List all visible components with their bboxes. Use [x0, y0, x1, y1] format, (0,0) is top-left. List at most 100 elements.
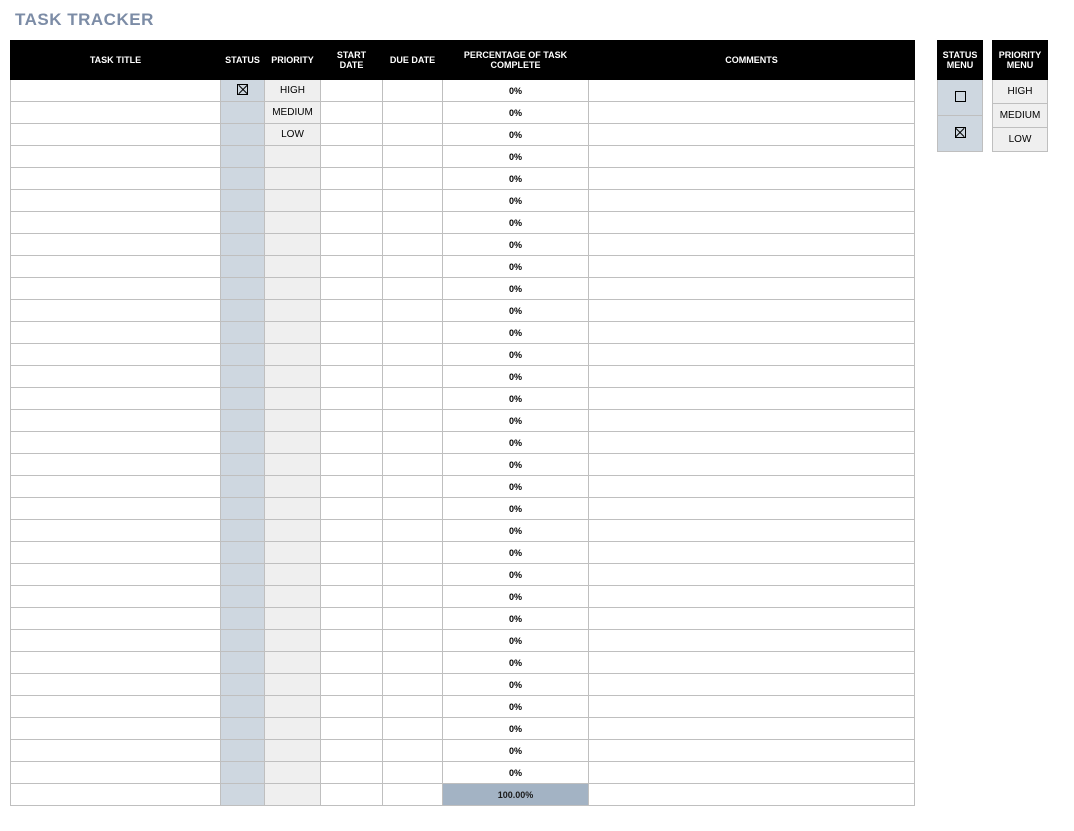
due-date-cell[interactable]	[383, 740, 443, 762]
status-cell[interactable]	[221, 212, 265, 234]
pct-complete-cell[interactable]: 0%	[443, 586, 589, 608]
status-cell[interactable]	[221, 388, 265, 410]
priority-cell[interactable]	[265, 498, 321, 520]
priority-menu-item[interactable]: LOW	[993, 128, 1048, 152]
comments-cell[interactable]	[589, 190, 915, 212]
priority-cell[interactable]	[265, 762, 321, 784]
priority-cell[interactable]: MEDIUM	[265, 102, 321, 124]
task-title-cell[interactable]	[11, 322, 221, 344]
due-date-cell[interactable]	[383, 542, 443, 564]
start-date-cell[interactable]	[321, 190, 383, 212]
comments-cell[interactable]	[589, 102, 915, 124]
pct-complete-cell[interactable]: 0%	[443, 454, 589, 476]
comments-cell[interactable]	[589, 278, 915, 300]
task-title-cell[interactable]	[11, 190, 221, 212]
task-title-cell[interactable]	[11, 410, 221, 432]
status-cell[interactable]	[221, 630, 265, 652]
pct-complete-cell[interactable]: 0%	[443, 344, 589, 366]
due-date-cell[interactable]	[383, 564, 443, 586]
priority-menu-item[interactable]: MEDIUM	[993, 104, 1048, 128]
comments-cell[interactable]	[589, 718, 915, 740]
comments-cell[interactable]	[589, 388, 915, 410]
comments-cell[interactable]	[589, 608, 915, 630]
comments-cell[interactable]	[589, 476, 915, 498]
comments-cell[interactable]	[589, 454, 915, 476]
priority-cell[interactable]	[265, 278, 321, 300]
priority-cell[interactable]	[265, 410, 321, 432]
start-date-cell[interactable]	[321, 476, 383, 498]
start-date-cell[interactable]	[321, 718, 383, 740]
start-date-cell[interactable]	[321, 300, 383, 322]
status-cell[interactable]	[221, 652, 265, 674]
comments-cell[interactable]	[589, 212, 915, 234]
priority-cell[interactable]	[265, 718, 321, 740]
start-date-cell[interactable]	[321, 344, 383, 366]
priority-cell[interactable]	[265, 674, 321, 696]
priority-cell[interactable]: HIGH	[265, 80, 321, 102]
comments-cell[interactable]	[589, 80, 915, 102]
status-cell[interactable]	[221, 278, 265, 300]
pct-complete-cell[interactable]: 0%	[443, 212, 589, 234]
pct-complete-cell[interactable]: 0%	[443, 740, 589, 762]
pct-complete-cell[interactable]: 0%	[443, 652, 589, 674]
status-cell[interactable]	[221, 190, 265, 212]
comments-cell[interactable]	[589, 630, 915, 652]
start-date-cell[interactable]	[321, 454, 383, 476]
comments-cell[interactable]	[589, 564, 915, 586]
due-date-cell[interactable]	[383, 344, 443, 366]
pct-complete-cell[interactable]: 0%	[443, 322, 589, 344]
task-title-cell[interactable]	[11, 674, 221, 696]
status-cell[interactable]	[221, 674, 265, 696]
start-date-cell[interactable]	[321, 168, 383, 190]
priority-cell[interactable]	[265, 190, 321, 212]
pct-complete-cell[interactable]: 0%	[443, 388, 589, 410]
pct-complete-cell[interactable]: 0%	[443, 718, 589, 740]
due-date-cell[interactable]	[383, 278, 443, 300]
start-date-cell[interactable]	[321, 652, 383, 674]
start-date-cell[interactable]	[321, 410, 383, 432]
pct-complete-cell[interactable]: 0%	[443, 80, 589, 102]
task-title-cell[interactable]	[11, 630, 221, 652]
comments-cell[interactable]	[589, 762, 915, 784]
comments-cell[interactable]	[589, 674, 915, 696]
pct-complete-cell[interactable]: 0%	[443, 168, 589, 190]
pct-complete-cell[interactable]: 0%	[443, 542, 589, 564]
task-title-cell[interactable]	[11, 696, 221, 718]
task-title-cell[interactable]	[11, 234, 221, 256]
due-date-cell[interactable]	[383, 432, 443, 454]
pct-complete-cell[interactable]: 0%	[443, 410, 589, 432]
status-cell[interactable]	[221, 520, 265, 542]
due-date-cell[interactable]	[383, 168, 443, 190]
start-date-cell[interactable]	[321, 278, 383, 300]
comments-cell[interactable]	[589, 256, 915, 278]
comments-cell[interactable]	[589, 234, 915, 256]
task-title-cell[interactable]	[11, 586, 221, 608]
due-date-cell[interactable]	[383, 256, 443, 278]
due-date-cell[interactable]	[383, 322, 443, 344]
task-title-cell[interactable]	[11, 740, 221, 762]
status-cell[interactable]	[221, 476, 265, 498]
priority-cell[interactable]: LOW	[265, 124, 321, 146]
comments-cell[interactable]	[589, 168, 915, 190]
due-date-cell[interactable]	[383, 696, 443, 718]
task-title-cell[interactable]	[11, 212, 221, 234]
task-title-cell[interactable]	[11, 652, 221, 674]
start-date-cell[interactable]	[321, 608, 383, 630]
task-title-cell[interactable]	[11, 564, 221, 586]
start-date-cell[interactable]	[321, 146, 383, 168]
due-date-cell[interactable]	[383, 454, 443, 476]
status-cell[interactable]	[221, 740, 265, 762]
task-title-cell[interactable]	[11, 80, 221, 102]
status-cell[interactable]	[221, 542, 265, 564]
status-cell[interactable]	[221, 300, 265, 322]
due-date-cell[interactable]	[383, 652, 443, 674]
task-title-cell[interactable]	[11, 520, 221, 542]
due-date-cell[interactable]	[383, 234, 443, 256]
priority-cell[interactable]	[265, 696, 321, 718]
start-date-cell[interactable]	[321, 498, 383, 520]
status-cell[interactable]	[221, 608, 265, 630]
status-cell[interactable]	[221, 80, 265, 102]
priority-cell[interactable]	[265, 564, 321, 586]
priority-cell[interactable]	[265, 520, 321, 542]
start-date-cell[interactable]	[321, 80, 383, 102]
